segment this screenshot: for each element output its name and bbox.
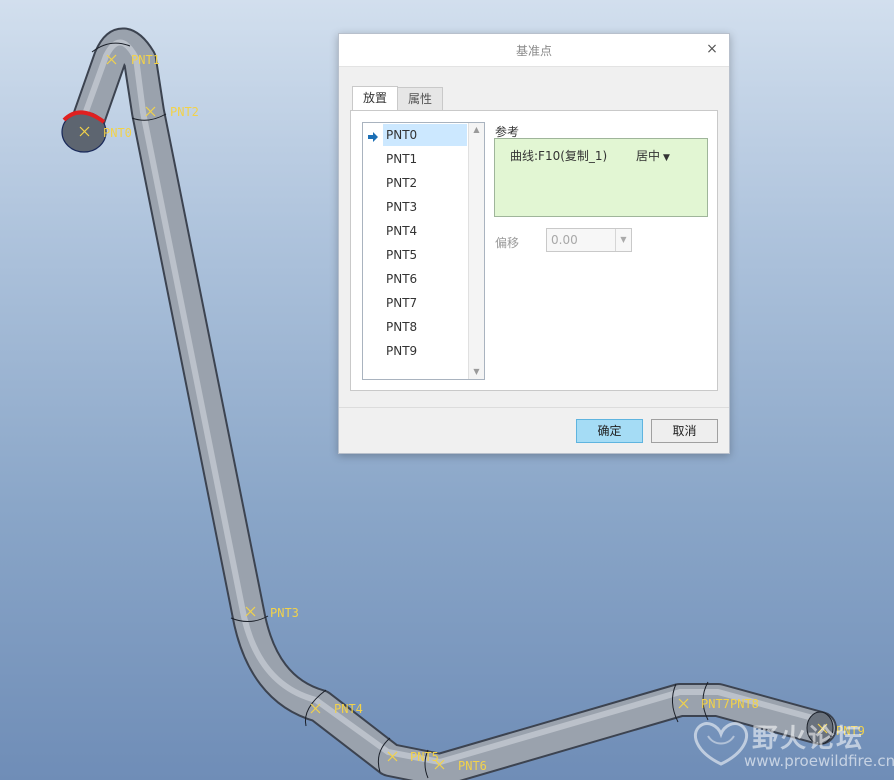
tab-properties[interactable]: 属性 <box>397 87 444 110</box>
placement-panel: PNT0 PNT1 PNT2 PNT3 PNT4 PNT5 PNT6 PNT7 … <box>350 110 718 391</box>
dialog-titlebar[interactable]: 基准点 × <box>339 34 729 67</box>
datum-point-label: PNT1 <box>131 53 160 67</box>
chevron-down-icon: ▼ <box>663 153 670 163</box>
point-list-item[interactable]: PNT4 <box>383 220 467 242</box>
dialog-tabs: 放置 属性 <box>352 86 444 110</box>
datum-point-pnt8[interactable]: PNT8 <box>730 697 759 711</box>
watermark-name: 野火论坛 <box>752 724 865 754</box>
watermark-url: www.proewildfire.cn <box>744 752 894 770</box>
datum-point-dialog: 基准点 × 放置 属性 PNT0 PNT1 PNT2 PNT3 PNT4 PNT5… <box>338 33 730 454</box>
ok-button[interactable]: 确定 <box>576 419 643 443</box>
datum-point-label: PNT8 <box>730 697 759 711</box>
point-list-scrollbar[interactable]: ▲ ▼ <box>468 123 484 379</box>
point-list-item[interactable]: PNT0 <box>383 124 467 146</box>
datum-point-label: PNT2 <box>170 105 199 119</box>
datum-point-label: PNT3 <box>270 606 299 620</box>
cancel-button[interactable]: 取消 <box>651 419 718 443</box>
offset-value: 0.00 <box>551 233 578 247</box>
datum-point-label: PNT4 <box>334 702 363 716</box>
datum-point-label: PNT5 <box>410 750 439 764</box>
dialog-title: 基准点 <box>515 44 552 58</box>
tab-placement[interactable]: 放置 <box>352 86 399 110</box>
offset-field[interactable]: 0.00 ▼ <box>546 228 632 252</box>
reference-mode-dropdown[interactable]: 居中 ▼ <box>636 147 670 164</box>
point-list-item[interactable]: PNT5 <box>383 244 467 266</box>
close-icon[interactable]: × <box>703 40 721 58</box>
dialog-divider <box>339 407 729 408</box>
point-list-item[interactable]: PNT9 <box>383 340 467 362</box>
point-list-item[interactable]: PNT8 <box>383 316 467 338</box>
offset-dropdown-icon[interactable]: ▼ <box>615 229 631 251</box>
point-list-item[interactable]: PNT2 <box>383 172 467 194</box>
scroll-down-icon[interactable]: ▼ <box>469 365 484 379</box>
point-list-item[interactable]: PNT6 <box>383 268 467 290</box>
current-point-arrow-icon <box>368 132 378 142</box>
datum-point-label: PNT0 <box>103 126 132 140</box>
datum-point-label: PNT7 <box>701 697 730 711</box>
offset-label: 偏移 <box>495 236 520 250</box>
point-list[interactable]: PNT0 PNT1 PNT2 PNT3 PNT4 PNT5 PNT6 PNT7 … <box>362 122 485 380</box>
references-collector[interactable]: 曲线:F10(复制_1) 居中 ▼ <box>494 138 708 217</box>
point-list-item[interactable]: PNT7 <box>383 292 467 314</box>
datum-point-label: PNT6 <box>458 759 487 773</box>
reference-curve[interactable]: 曲线:F10(复制_1) <box>510 147 607 164</box>
scroll-up-icon[interactable]: ▲ <box>469 123 484 137</box>
point-list-item[interactable]: PNT1 <box>383 148 467 170</box>
point-list-item[interactable]: PNT3 <box>383 196 467 218</box>
reference-mode-value: 居中 <box>636 149 661 163</box>
